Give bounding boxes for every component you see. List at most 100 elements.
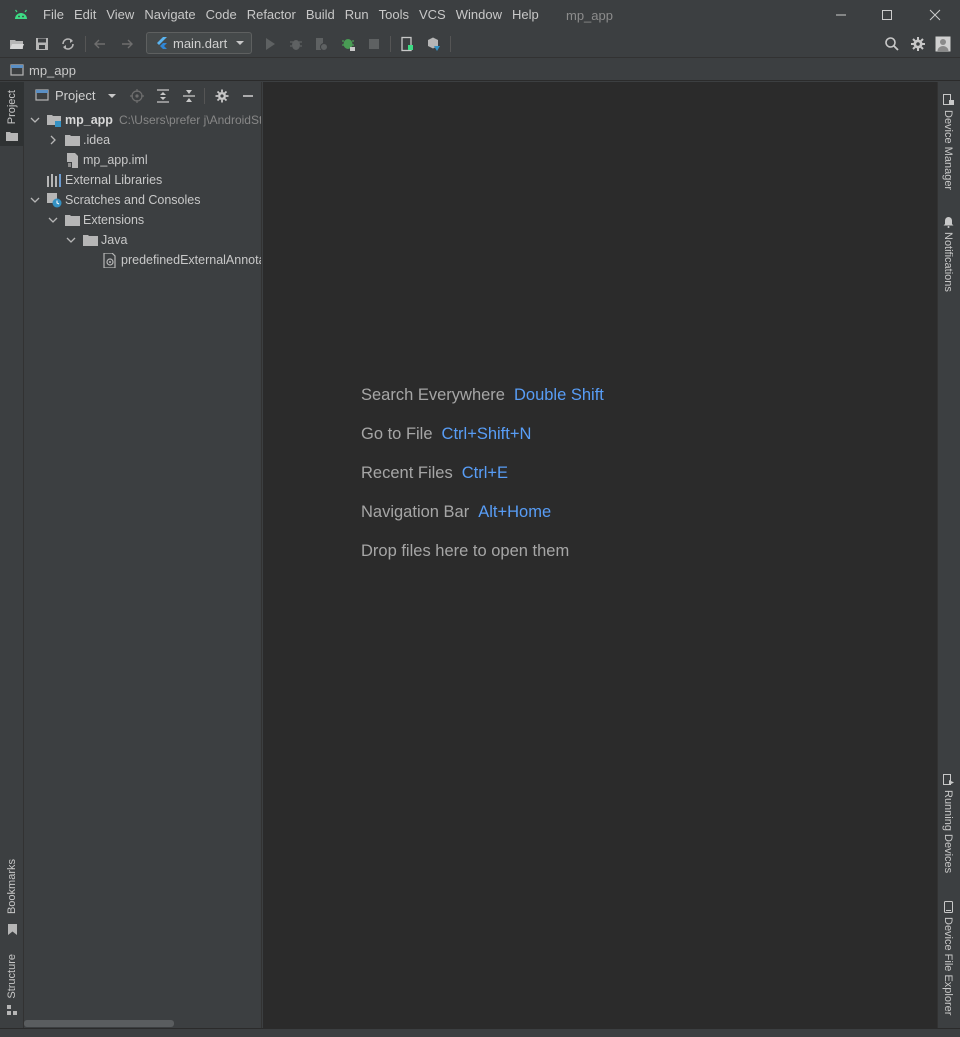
maximize-button[interactable] <box>864 0 910 30</box>
bookmarks-tool-tab[interactable]: Bookmarks <box>0 854 24 940</box>
attach-debugger-icon[interactable] <box>338 34 358 54</box>
hint-label: Recent Files <box>361 464 453 482</box>
hint-shortcut[interactable]: Ctrl+Shift+N <box>442 425 532 443</box>
tree-item-label: mp_app.iml <box>83 153 148 167</box>
horizontal-scrollbar[interactable] <box>24 1020 174 1027</box>
notifications-tool-tab[interactable]: Notifications <box>938 212 960 302</box>
hide-panel-icon[interactable] <box>239 87 257 105</box>
toolbar-separator <box>85 36 86 52</box>
close-window-button[interactable] <box>912 0 958 30</box>
right-tool-strip: Device Manager Notifications Running Dev… <box>937 82 960 1028</box>
chevron-down-icon[interactable] <box>64 233 78 247</box>
tree-item-predefined-annotations[interactable]: predefinedExternalAnnotations.json <box>102 250 261 270</box>
project-tool-tab[interactable]: Project <box>0 82 24 146</box>
header-separator <box>204 88 205 104</box>
device-manager-toolbar-icon[interactable] <box>397 34 417 54</box>
menu-edit[interactable]: Edit <box>69 0 101 30</box>
device-manager-tool-tab[interactable]: Device Manager <box>938 90 960 198</box>
back-arrow-icon[interactable] <box>90 34 110 54</box>
menu-window[interactable]: Window <box>451 0 507 30</box>
chevron-down-icon <box>235 38 245 48</box>
left-tool-strip: Project Bookmarks Structure <box>0 82 24 1028</box>
device-file-explorer-label: Device File Explorer <box>942 917 954 1016</box>
running-devices-icon <box>943 774 954 786</box>
chevron-down-icon[interactable] <box>103 87 121 105</box>
device-manager-icon <box>943 94 954 106</box>
hint-recent-files: Recent Files Ctrl+E <box>361 464 508 483</box>
hint-shortcut[interactable]: Ctrl+E <box>462 464 508 482</box>
running-devices-label: Running Devices <box>942 790 954 874</box>
stop-icon[interactable] <box>364 34 384 54</box>
options-gear-icon[interactable] <box>213 87 231 105</box>
structure-tool-tab[interactable]: Structure <box>0 950 24 1022</box>
hint-label: Drop files here to open them <box>361 542 570 560</box>
menu-code[interactable]: Code <box>201 0 242 30</box>
breadcrumb-project[interactable]: mp_app <box>29 63 76 78</box>
hint-go-to-file: Go to File Ctrl+Shift+N <box>361 425 531 444</box>
tree-item-mp-app-iml[interactable]: mp_app.iml <box>64 150 148 170</box>
structure-tool-label: Structure <box>6 954 18 999</box>
window-title: mp_app <box>566 8 613 23</box>
running-devices-tool-tab[interactable]: Running Devices <box>938 770 960 880</box>
profile-icon[interactable] <box>311 34 331 54</box>
tree-item-scratches-and-consoles[interactable]: Scratches and Consoles <box>28 190 201 210</box>
tree-item-idea[interactable]: .idea <box>46 130 110 150</box>
open-folder-icon[interactable] <box>7 34 27 54</box>
hint-shortcut[interactable]: Alt+Home <box>478 503 551 521</box>
module-folder-icon <box>46 112 62 128</box>
sync-icon[interactable] <box>58 34 78 54</box>
folder-icon <box>64 132 80 148</box>
debug-icon[interactable] <box>286 34 306 54</box>
tree-item-java[interactable]: Java <box>64 230 127 250</box>
menu-help[interactable]: Help <box>507 0 544 30</box>
hint-shortcut[interactable]: Double Shift <box>514 386 604 404</box>
hint-navigation-bar: Navigation Bar Alt+Home <box>361 503 551 522</box>
run-configuration-dropdown[interactable]: main.dart <box>146 32 252 54</box>
device-file-explorer-tool-tab[interactable]: Device File Explorer <box>938 897 960 1022</box>
tree-item-external-libraries[interactable]: External Libraries <box>46 170 162 190</box>
bookmarks-tool-label: Bookmarks <box>6 859 18 915</box>
run-icon[interactable] <box>260 34 280 54</box>
menu-vcs[interactable]: VCS <box>414 0 451 30</box>
sdk-manager-icon[interactable] <box>423 34 443 54</box>
project-tool-label: Project <box>6 90 18 125</box>
file-icon <box>64 152 80 168</box>
minimize-button[interactable] <box>818 0 864 30</box>
menu-tools[interactable]: Tools <box>374 0 414 30</box>
chevron-down-icon[interactable] <box>46 213 60 227</box>
select-opened-file-icon[interactable] <box>128 87 146 105</box>
menu-view[interactable]: View <box>101 0 139 30</box>
project-view-selector[interactable]: Project <box>55 88 95 103</box>
menu-build[interactable]: Build <box>301 0 340 30</box>
chevron-down-icon[interactable] <box>28 113 42 127</box>
menu-run[interactable]: Run <box>340 0 374 30</box>
bookmark-icon <box>8 924 17 935</box>
menu-file[interactable]: File <box>38 0 69 30</box>
account-avatar-icon[interactable] <box>933 34 953 54</box>
library-icon <box>46 172 62 188</box>
tree-item-label: predefinedExternalAnnotations.json <box>121 253 261 267</box>
device-manager-label: Device Manager <box>942 110 954 191</box>
scratches-icon <box>46 192 62 208</box>
search-icon[interactable] <box>882 34 902 54</box>
tree-item-extensions[interactable]: Extensions <box>46 210 144 230</box>
tree-item-label: Java <box>101 233 128 247</box>
menu-navigate[interactable]: Navigate <box>139 0 200 30</box>
chevron-down-icon[interactable] <box>28 193 42 207</box>
expand-all-icon[interactable] <box>154 87 172 105</box>
tree-item-label: mp_app <box>65 113 113 127</box>
editor-empty-area[interactable]: Search Everywhere Double Shift Go to File… <box>263 82 937 1028</box>
forward-arrow-icon[interactable] <box>117 34 137 54</box>
save-icon[interactable] <box>32 34 52 54</box>
title-bar: File Edit View Navigate Code Refactor Bu… <box>0 0 960 30</box>
hint-label: Search Everywhere <box>361 386 505 404</box>
settings-gear-icon[interactable] <box>908 34 928 54</box>
collapse-all-icon[interactable] <box>180 87 198 105</box>
tree-item-mp-app[interactable]: mp_app C:\Users\prefer j\AndroidStudioPr… <box>28 110 261 130</box>
bell-icon <box>943 216 954 228</box>
run-configuration-label: main.dart <box>173 35 228 51</box>
chevron-right-icon[interactable] <box>46 133 60 147</box>
device-file-explorer-icon <box>943 901 954 913</box>
project-tool-window: Project mp_app C:\Users\prefer j\Android… <box>24 82 262 1028</box>
menu-refactor[interactable]: Refactor <box>242 0 301 30</box>
